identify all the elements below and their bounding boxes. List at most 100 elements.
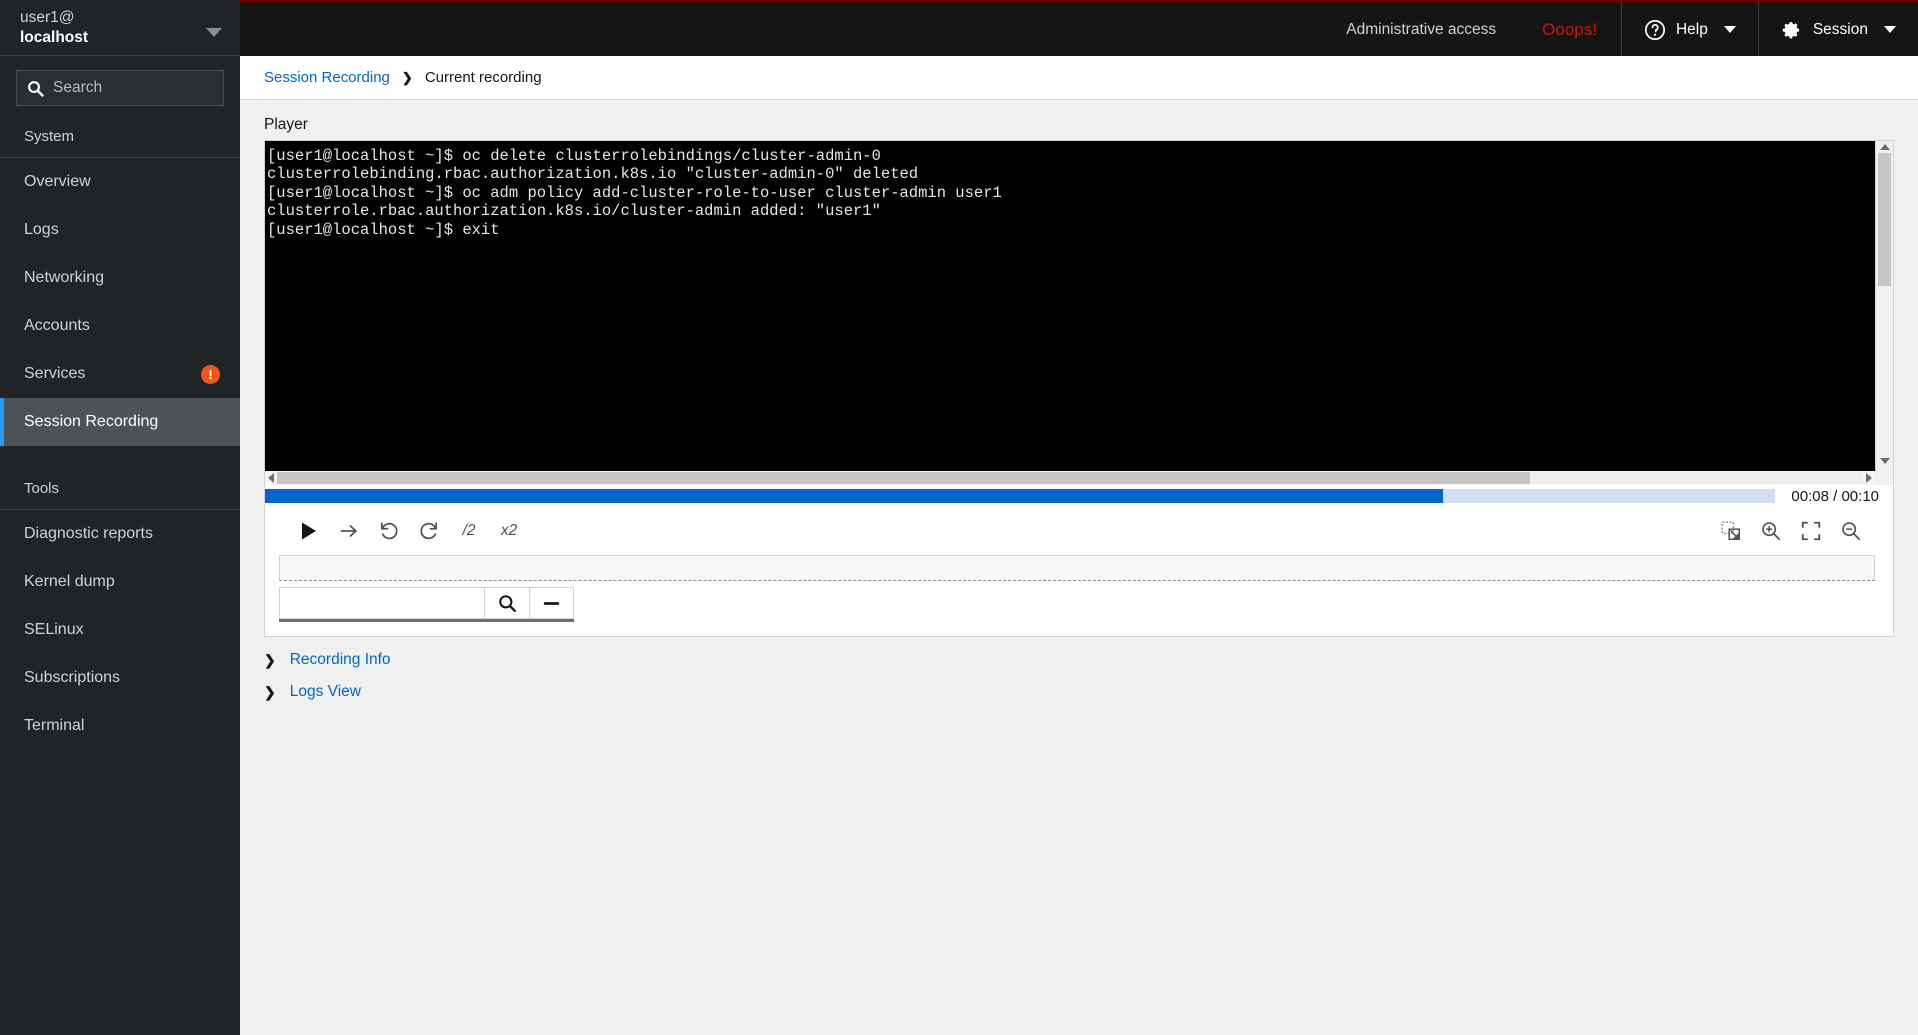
terminal-search-input[interactable] [279,587,484,619]
recording-info-section-toggle[interactable]: ❯ Recording Info [240,637,1918,669]
sidebar-item-kernel-dump[interactable]: Kernel dump [0,558,240,606]
speed-down-button[interactable]: /2 [449,511,489,551]
logs-view-label: Logs View [289,683,361,700]
player-controls: /2 x2 [265,507,1893,555]
sidebar-item-terminal[interactable]: Terminal [0,702,240,750]
chevron-down-icon [206,28,222,37]
sidebar-item-label: Accounts [24,317,90,334]
logs-view-section-toggle[interactable]: ❯ Logs View [240,669,1918,701]
skip-forward-button[interactable] [329,511,369,551]
sidebar-item-label: SELinux [24,621,84,638]
help-label: Help [1675,20,1708,38]
sidebar-item-label: Services [24,365,86,382]
sidebar: user1@ localhost System Overview Logs Ne… [0,0,253,1035]
chevron-right-icon: ❯ [264,683,276,700]
sidebar-item-logs[interactable]: Logs [0,206,240,254]
scroll-down-arrow-icon[interactable] [1879,458,1890,464]
play-button[interactable] [289,511,329,551]
fit-to-screen-icon [1721,521,1740,540]
user-host: localhost [20,28,89,46]
terminal-horizontal-scrollbar[interactable] [265,471,1893,485]
recording-info-label: Recording Info [289,651,391,668]
sidebar-search-box[interactable] [16,70,253,106]
alert-badge-icon: ! [201,364,220,384]
playback-progress-row: 00:08 / 00:10 [265,485,1893,507]
terminal-search-group [279,587,574,622]
sidebar-item-services[interactable]: Services ! [0,350,240,398]
player-card: [user1@localhost ~]$ oc delete clusterro… [264,140,1894,637]
top-header-bar: Administrative access Ooops! Help Sessio… [240,0,1918,58]
sidebar-item-diagnostic-reports[interactable]: Diagnostic reports [0,510,240,558]
sidebar-search-container [0,56,253,116]
scroll-right-arrow-icon[interactable] [1866,473,1872,483]
nav-group-title-system: System [0,116,240,158]
zoom-out-button[interactable] [1831,511,1871,551]
breadcrumb: Session Recording ❯ Current recording [240,56,1918,100]
playback-progress-bar[interactable] [265,489,1776,503]
sidebar-item-label: Logs [24,221,59,238]
sidebar-item-selinux[interactable]: SELinux [0,606,240,654]
gear-icon [1782,21,1799,38]
sidebar-item-label: Session Recording [24,413,159,430]
terminal-row: [user1@localhost ~]$ oc delete clusterro… [265,141,1893,471]
wide-input-row [265,555,1893,581]
chevron-down-icon [1884,26,1896,33]
question-circle-icon [1644,19,1665,40]
zoom-in-icon [1762,522,1781,541]
play-icon [302,522,316,540]
terminal-search-button[interactable] [484,587,529,619]
sidebar-item-subscriptions[interactable]: Subscriptions [0,654,240,702]
player-command-input[interactable] [279,555,1875,581]
chevron-right-icon: ❯ [401,69,413,85]
speed-up-button[interactable]: x2 [489,511,529,551]
sidebar-item-label: Kernel dump [24,573,115,590]
help-menu-button[interactable]: Help [1620,1,1758,58]
sidebar-item-label: Terminal [24,717,85,734]
terminal-output: [user1@localhost ~]$ oc delete clusterro… [265,141,1875,471]
breadcrumb-current: Current recording [424,69,542,86]
scrollbar-corner [1875,471,1893,485]
fast-forward-button[interactable] [409,511,449,551]
horizontal-scroll-track[interactable] [277,472,1863,484]
redo-icon [420,522,438,540]
playback-time-label: 00:08 / 00:10 [1791,487,1879,505]
undo-icon [380,522,398,540]
terminal-vertical-scrollbar[interactable] [1875,141,1893,471]
sidebar-item-label: Overview [24,173,91,190]
sidebar-item-label: Networking [24,269,105,286]
sidebar-item-networking[interactable]: Networking [0,254,240,302]
scroll-left-arrow-icon[interactable] [268,473,274,483]
main-content: Session Recording ❯ Current recording Pl… [240,56,1918,1035]
nav-group-title-tools: Tools [0,468,240,510]
administrative-access-label: Administrative access [1346,20,1497,38]
expand-icon [1801,521,1821,541]
zoom-in-button[interactable] [1751,511,1791,551]
fit-to-screen-button[interactable] [1711,511,1751,551]
user-account-menu[interactable]: user1@ localhost [0,0,240,56]
horizontal-scroll-thumb[interactable] [277,472,1530,484]
session-menu-button[interactable]: Session [1757,1,1918,58]
vertical-scroll-thumb[interactable] [1878,153,1891,286]
player-section-title: Player [264,116,308,133]
sidebar-item-overview[interactable]: Overview [0,158,240,206]
minus-icon [543,601,560,605]
scroll-up-arrow-icon[interactable] [1879,144,1890,150]
fullscreen-button[interactable] [1791,511,1831,551]
skip-forward-icon [340,524,358,538]
sidebar-item-session-recording[interactable]: Session Recording [0,398,240,446]
search-icon [28,80,44,97]
sidebar-item-accounts[interactable]: Accounts [0,302,240,350]
rewind-button[interactable] [369,511,409,551]
chevron-right-icon: ❯ [264,651,276,668]
search-input[interactable] [53,79,253,97]
terminal-minimize-button[interactable] [529,587,574,619]
session-label: Session [1812,20,1868,38]
user-identity: user1@ localhost [20,8,88,47]
search-icon [498,594,516,612]
chevron-down-icon [1723,26,1736,33]
oops-status-label: Ooops! [1542,19,1597,39]
speed-up-label: x2 [500,522,518,539]
sidebar-item-label: Diagnostic reports [24,525,153,542]
breadcrumb-link-session-recording[interactable]: Session Recording [264,69,390,86]
